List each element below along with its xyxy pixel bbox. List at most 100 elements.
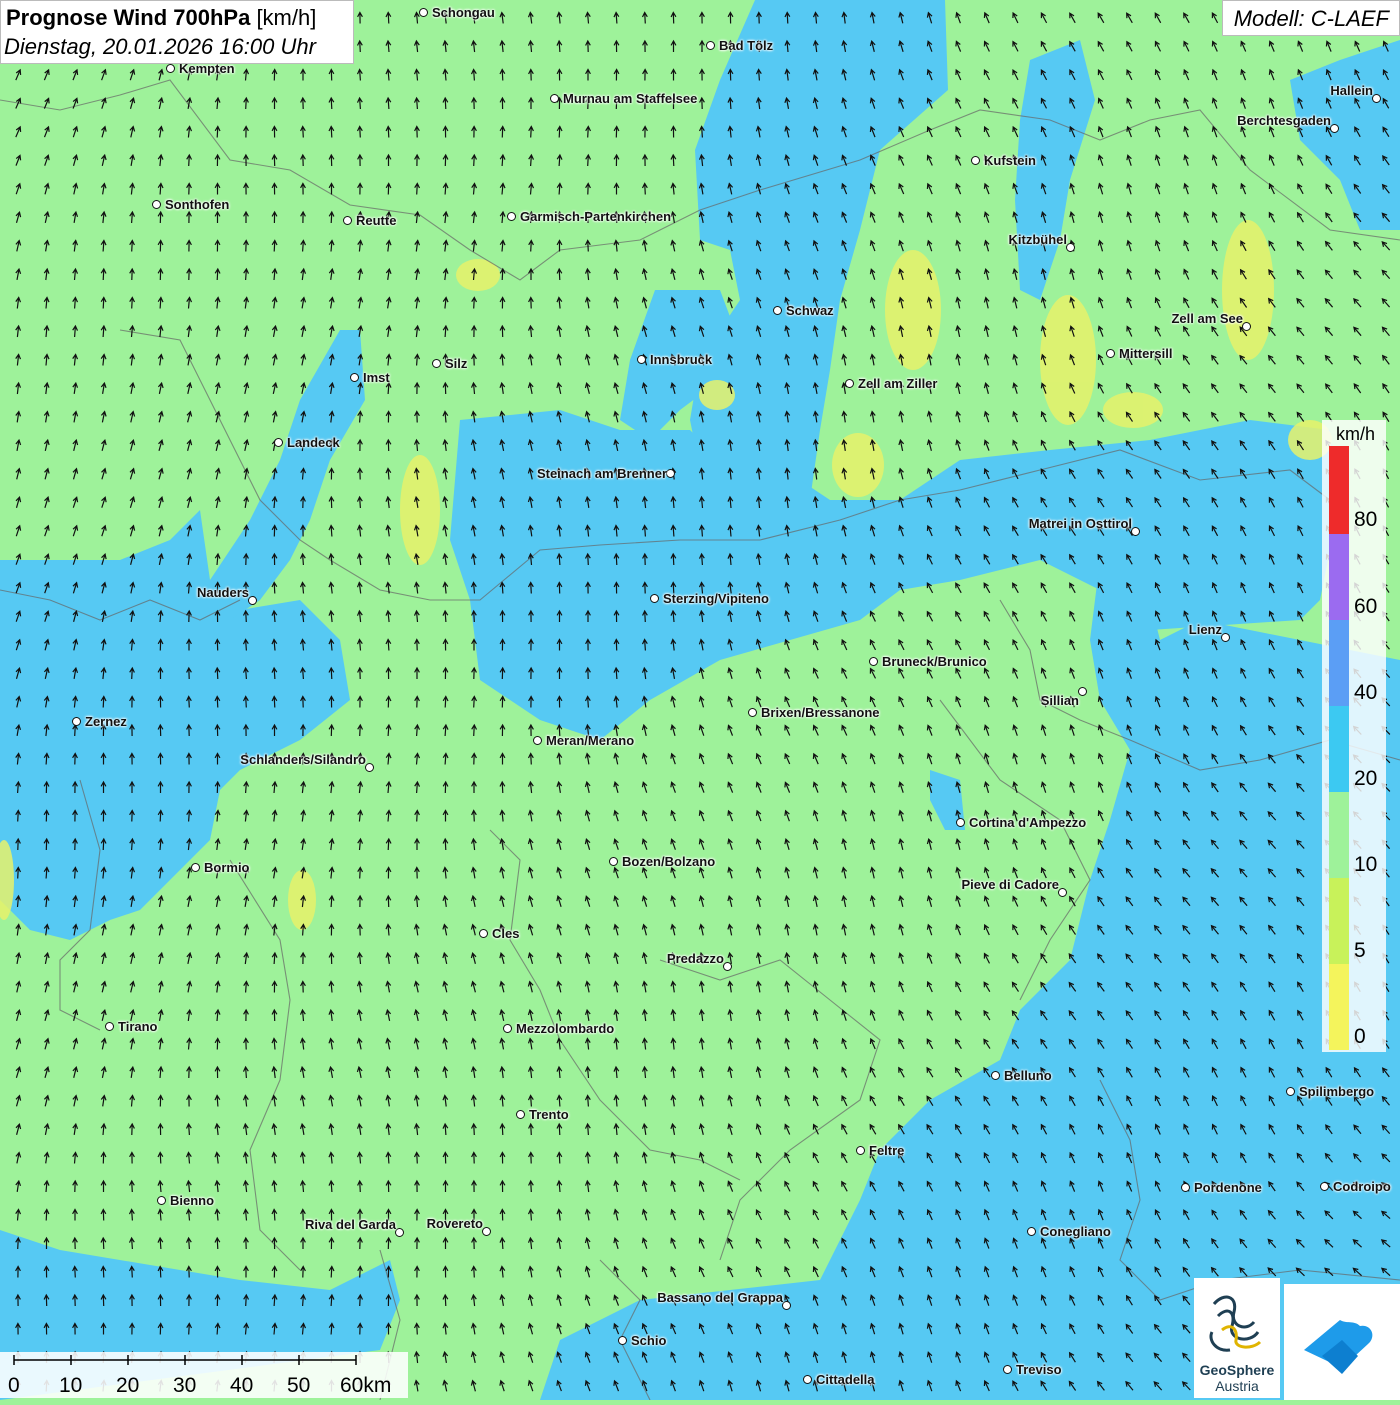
city-label-spilimbergo: Spilimbergo	[1299, 1084, 1375, 1099]
city-marker-cittadella	[803, 1375, 812, 1384]
city-label-landeck: Landeck	[287, 435, 340, 450]
city-label-lienz: Lienz	[1188, 622, 1222, 637]
model-label: Modell: C-LAEF	[1233, 6, 1389, 31]
city-marker-landeck	[274, 438, 283, 447]
city-label-sterzing-vipiteno: Sterzing/Vipiteno	[663, 591, 769, 606]
scale-tick-40: 40	[230, 1374, 254, 1397]
city-label-schwaz: Schwaz	[786, 303, 834, 318]
legend-swatch-5	[1329, 878, 1349, 964]
city-marker-schwaz	[773, 306, 782, 315]
city-label-cittadella: Cittadella	[816, 1372, 875, 1387]
city-label-reutte: Reutte	[356, 213, 397, 228]
city-marker-nauders	[248, 596, 257, 605]
city-marker-murnau-am-staffelsee	[550, 94, 559, 103]
city-marker-kempten	[166, 64, 175, 73]
city-marker-sterzing-vipiteno	[650, 594, 659, 603]
city-label-treviso: Treviso	[1016, 1362, 1062, 1377]
geosphere-logo-icon	[1209, 1295, 1262, 1352]
city-marker-riva-del-garda	[395, 1228, 404, 1237]
legend-swatch-0	[1329, 964, 1349, 1050]
city-marker-bozen-bolzano	[609, 857, 618, 866]
legend-swatch-80	[1329, 446, 1349, 534]
city-marker-innsbruck	[637, 355, 646, 364]
city-marker-reutte	[343, 216, 352, 225]
scale-tick-20: 20	[116, 1374, 140, 1397]
city-marker-pieve-di-cadore	[1058, 888, 1067, 897]
city-label-bad-t-lz: Bad Tölz	[719, 38, 774, 53]
legend-label-80: 80	[1354, 508, 1378, 531]
city-label-tirano: Tirano	[118, 1019, 158, 1034]
legend-label-10: 10	[1354, 853, 1378, 876]
city-marker-spilimbergo	[1286, 1087, 1295, 1096]
city-label-pieve-di-cadore: Pieve di Cadore	[961, 877, 1059, 892]
city-label-innsbruck: Innsbruck	[650, 352, 713, 367]
city-label-nauders: Nauders	[196, 585, 249, 600]
city-marker-bad-t-lz	[706, 41, 715, 50]
city-marker-sillian	[1078, 687, 1087, 696]
city-marker-pordenone	[1181, 1183, 1190, 1192]
city-marker-matrei-in-osttirol	[1131, 527, 1140, 536]
city-label-schio: Schio	[631, 1333, 667, 1348]
city-marker-steinach-am-brenner	[666, 469, 675, 478]
city-label-rovereto: Rovereto	[426, 1216, 483, 1231]
city-label-bruneck-brunico: Bruneck/Brunico	[882, 654, 987, 669]
color-legend: km/h 80 60 40 20 10 5 0	[1322, 420, 1386, 1052]
city-label-kempten: Kempten	[179, 61, 235, 76]
geosphere-logo-line1: GeoSphere	[1199, 1362, 1275, 1378]
city-marker-meran-merano	[533, 736, 542, 745]
city-marker-tirano	[105, 1022, 114, 1031]
city-label-sonthofen: Sonthofen	[165, 197, 230, 212]
city-label-hallein: Hallein	[1330, 83, 1373, 98]
weather-app-logo[interactable]	[1284, 1284, 1400, 1400]
city-label-kufstein: Kufstein	[984, 153, 1036, 168]
city-label-cles: Cles	[492, 926, 520, 941]
city-label-bienno: Bienno	[170, 1193, 215, 1208]
geosphere-logo-line2: Austria	[1215, 1378, 1259, 1394]
city-label-zernez: Zernez	[85, 714, 127, 729]
city-label-codroipo: Codroipo	[1333, 1179, 1391, 1194]
city-marker-cles	[479, 929, 488, 938]
city-marker-predazzo	[723, 962, 732, 971]
city-marker-bormio	[191, 863, 200, 872]
scale-tick-60km: 60km	[340, 1374, 392, 1397]
city-label-mittersill: Mittersill	[1119, 346, 1173, 361]
city-marker-kitzb-hel	[1066, 243, 1075, 252]
city-marker-sonthofen	[152, 200, 161, 209]
city-marker-zell-am-ziller	[845, 379, 854, 388]
city-label-belluno: Belluno	[1004, 1068, 1052, 1083]
city-label-trento: Trento	[529, 1107, 569, 1122]
model-box: Modell: C-LAEF	[1222, 0, 1400, 36]
city-label-brixen-bressanone: Brixen/Bressanone	[761, 705, 880, 720]
scale-bar: 0 10 20 30 40 50 60km	[0, 1352, 408, 1398]
scale-tick-10: 10	[59, 1374, 83, 1397]
geosphere-logo[interactable]: GeoSphere Austria	[1194, 1278, 1280, 1398]
city-marker-mittersill	[1106, 349, 1115, 358]
city-label-murnau-am-staffelsee: Murnau am Staffelsee	[563, 91, 698, 106]
city-marker-bruneck-brunico	[869, 657, 878, 666]
city-marker-zernez	[72, 717, 81, 726]
city-marker-conegliano	[1027, 1227, 1036, 1236]
city-label-bassano-del-grappa: Bassano del Grappa	[657, 1290, 783, 1305]
city-marker-treviso	[1003, 1365, 1012, 1374]
city-marker-silz	[432, 359, 441, 368]
city-label-zell-am-ziller: Zell am Ziller	[858, 376, 938, 391]
city-marker-trento	[516, 1110, 525, 1119]
legend-unit: km/h	[1336, 424, 1376, 444]
city-label-bormio: Bormio	[204, 860, 250, 875]
city-label-steinach-am-brenner: Steinach am Brenner	[536, 466, 667, 481]
city-marker-cortina-d-ampezzo	[956, 818, 965, 827]
city-marker-hallein	[1372, 94, 1381, 103]
city-marker-zell-am-see	[1242, 322, 1251, 331]
city-marker-schlanders-silandro	[365, 763, 374, 772]
city-marker-kufstein	[971, 156, 980, 165]
city-label-matrei-in-osttirol: Matrei in Osttirol	[1028, 516, 1132, 531]
city-marker-garmisch-partenkirchen	[507, 212, 516, 221]
legend-swatch-20	[1329, 706, 1349, 792]
city-marker-schongau	[419, 8, 428, 17]
city-marker-feltre	[856, 1146, 865, 1155]
city-label-riva-del-garda: Riva del Garda	[304, 1217, 396, 1232]
city-marker-belluno	[991, 1071, 1000, 1080]
legend-swatch-60	[1329, 534, 1349, 620]
scale-bar-line	[13, 1355, 357, 1365]
city-label-sillian: Sillian	[1040, 693, 1079, 708]
